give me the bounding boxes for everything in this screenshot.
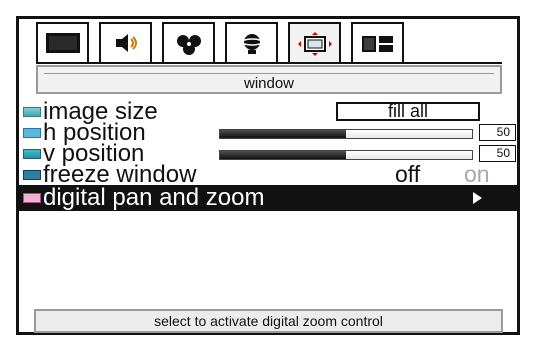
section-title: window xyxy=(243,75,295,92)
display-icon xyxy=(45,33,80,53)
h-position-slider[interactable] xyxy=(219,129,473,139)
freeze-window-on-option[interactable]: on xyxy=(464,163,490,186)
freeze-window-icon xyxy=(23,170,41,180)
h-position-fill xyxy=(220,130,346,138)
v-position-icon xyxy=(23,149,41,159)
v-position-slider[interactable] xyxy=(219,150,473,160)
menu-item-freeze-window[interactable]: freeze window off on xyxy=(19,161,517,188)
v-position-fill xyxy=(220,151,346,159)
tab-bottom-rule xyxy=(36,62,502,64)
section-header: window xyxy=(36,65,502,94)
satellite-icon xyxy=(240,34,263,54)
menu-item-digital-pan-zoom[interactable]: digital pan and zoom xyxy=(19,185,517,211)
tab-strip xyxy=(36,22,506,64)
help-bar: select to activate digital zoom control xyxy=(34,309,503,333)
tab-picture[interactable] xyxy=(162,22,215,62)
digital-zoom-icon xyxy=(23,193,41,203)
tab-audio[interactable] xyxy=(99,22,152,62)
chevron-right-icon xyxy=(473,192,482,204)
tab-display[interactable] xyxy=(36,22,89,62)
color-dots-icon xyxy=(176,35,201,55)
image-size-value[interactable]: fill all xyxy=(336,102,480,121)
h-position-icon xyxy=(23,128,41,138)
image-size-icon xyxy=(23,107,41,117)
freeze-window-label: freeze window xyxy=(43,161,197,188)
speaker-icon xyxy=(115,34,137,52)
layout-panels-icon xyxy=(361,36,393,52)
digital-pan-zoom-label: digital pan and zoom xyxy=(43,184,265,211)
tab-layout[interactable] xyxy=(351,22,404,62)
menu-list: image size fill all h position 50 v posi… xyxy=(19,100,517,211)
section-header-rule xyxy=(44,73,494,74)
tab-window[interactable] xyxy=(288,22,341,64)
window-settings-icon xyxy=(297,32,332,56)
tab-channel[interactable] xyxy=(225,22,278,62)
h-position-value: 50 xyxy=(479,124,516,141)
freeze-window-off-option[interactable]: off xyxy=(395,163,420,186)
menu-window: window image size fill all h position 50… xyxy=(16,16,520,335)
v-position-value: 50 xyxy=(479,145,516,162)
